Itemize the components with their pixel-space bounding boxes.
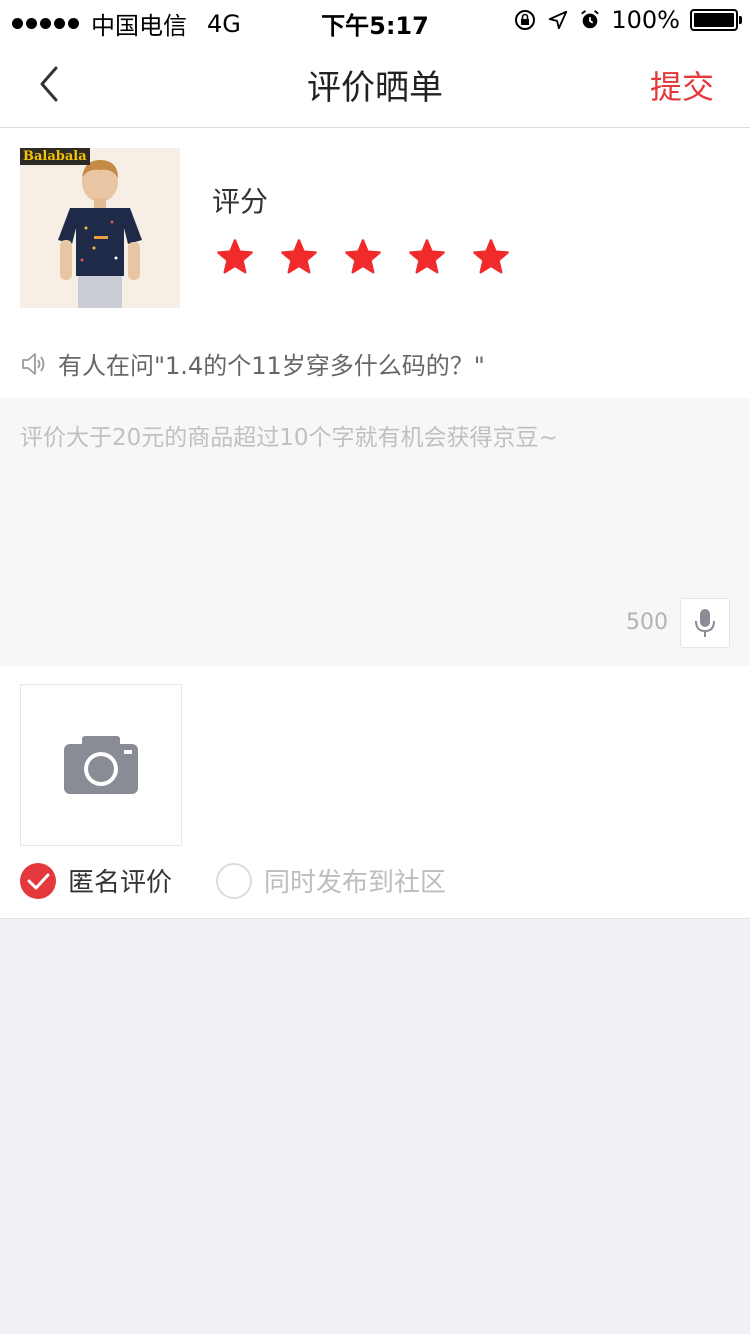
review-options: 匿名评价 同时发布到社区: [20, 862, 490, 899]
rating-label: 评分: [212, 185, 269, 218]
review-textarea[interactable]: 评价大于20元的商品超过10个字就有机会获得京豆~ 500: [0, 398, 750, 666]
star-icon[interactable]: [344, 238, 382, 276]
brand-logo: Balabala: [20, 148, 90, 165]
checked-circle-icon: [20, 862, 56, 899]
location-icon: [549, 10, 568, 30]
page-title: 评价晒单: [307, 68, 443, 108]
navigation-bar: 评价晒单 提交: [0, 40, 750, 128]
community-label: 同时发布到社区: [264, 868, 447, 898]
camera-icon: [64, 736, 138, 794]
star-icon[interactable]: [216, 238, 254, 276]
battery-percentage: 100%: [611, 6, 680, 34]
star-rating[interactable]: [216, 238, 510, 276]
speaker-icon: [22, 352, 45, 375]
hint-text: 有人在问"1.4的个11岁穿多什么码的？": [58, 352, 485, 380]
star-icon[interactable]: [472, 238, 510, 276]
product-thumbnail[interactable]: Balabala: [20, 148, 180, 308]
community-option[interactable]: 同时发布到社区: [216, 862, 446, 899]
product-section: Balabala 评分 有人在问"1.4的个11岁穿多什么码的？": [0, 128, 750, 398]
orientation-lock-icon: [515, 10, 536, 30]
unchecked-circle-icon: [216, 862, 253, 899]
star-icon[interactable]: [408, 238, 446, 276]
anonymous-label: 匿名评价: [68, 868, 173, 898]
battery-icon: [690, 9, 742, 31]
review-placeholder: 评价大于20元的商品超过10个字就有机会获得京豆~: [20, 425, 558, 451]
microphone-icon: [695, 609, 715, 637]
star-icon[interactable]: [280, 238, 318, 276]
voice-input-button[interactable]: [680, 598, 730, 648]
media-upload-section: 匿名评价 同时发布到社区: [0, 666, 750, 919]
product-photo: [58, 160, 142, 308]
add-photo-button[interactable]: [20, 684, 182, 846]
anonymous-option[interactable]: 匿名评价: [20, 862, 172, 899]
char-count: 500: [626, 610, 668, 635]
alarm-icon: [581, 10, 600, 29]
submit-button[interactable]: 提交: [650, 62, 714, 108]
status-bar: 中国电信 4G 下午5:17 100%: [0, 0, 750, 40]
question-hint[interactable]: 有人在问"1.4的个11岁穿多什么码的？": [20, 346, 485, 381]
